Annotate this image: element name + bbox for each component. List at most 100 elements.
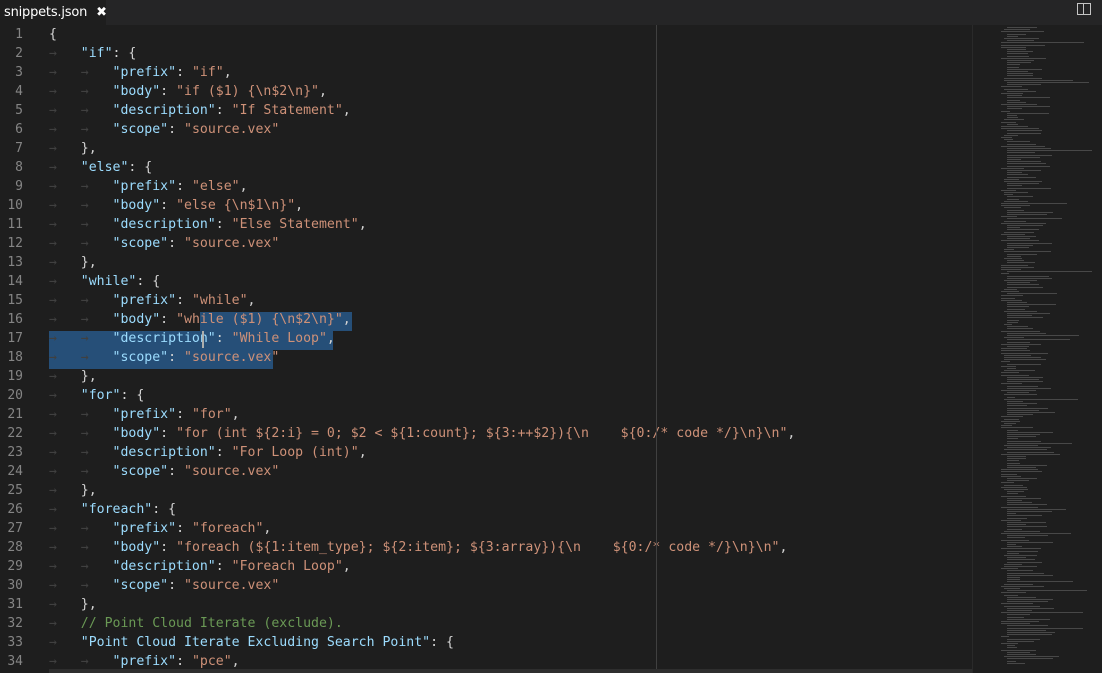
minimap-line [1007,40,1035,42]
code-token: "for (int ${2:i} = 0; $2 < ${1:count}; $… [176,426,788,441]
minimap-line [1001,372,1020,374]
code-line: → }, [49,595,795,614]
code-area[interactable]: {→ "if": {→ → "prefix": "if", → → "body":… [49,25,795,671]
line-number: 33 [7,635,23,650]
code-token: : [168,350,184,365]
minimap-line [1001,222,1046,224]
code-token: "description" [112,445,216,460]
minimap-line [1007,517,1027,519]
minimap-line [1007,550,1039,552]
minimap-line [1007,112,1049,114]
minimap-line [1007,480,1030,482]
code-token: "else" [191,179,240,194]
minimap-line [1007,403,1038,405]
minimap-line [1001,343,1041,345]
minimap-line [1001,266,1034,268]
code-line: → → "body": "for (int ${2:i} = 0; $2 < $… [49,424,795,443]
minimap-line [1007,229,1040,231]
minimap-line [1004,134,1019,136]
code-token: "prefix" [112,654,177,669]
minimap-line [1007,27,1038,28]
minimap-line [1004,249,1015,251]
minimap-line [1007,68,1043,70]
minimap-line [1001,93,1024,94]
split-editor-icon[interactable] [1077,3,1091,15]
minimap-line [1007,515,1043,517]
minimap-line [1001,128,1040,130]
line-number: 14 [7,274,23,289]
minimap-line [1007,574,1054,576]
minimap-line [1007,596,1036,598]
minimap-line [1004,77,1042,79]
minimap-line [1007,255,1022,257]
minimap-line [1007,293,1058,295]
minimap-line [1007,196,1034,198]
minimap-line [1007,491,1024,493]
indent-guide: → → [49,65,113,80]
indent-guide: → → [49,350,113,365]
code-editor[interactable]: 1 2 3 4 5 6 7 8 9 10 11 12 13 14 15 16 17 18 19 20 21 22 23 24 2… [0,25,1102,673]
minimap-line [1007,49,1027,50]
minimap-line [1001,374,1029,376]
minimap-line [1001,348,1027,350]
tab-snippets-json[interactable]: snippets.json ✖ [0,0,107,25]
code-token: , [318,84,327,99]
line-number: 20 [7,388,23,403]
code-token: : [168,464,184,479]
minimap-line [1007,405,1027,407]
code-line: → // Point Cloud Iterate (exclude). [49,614,795,633]
minimap-line [1004,398,1079,400]
code-token: , [263,521,272,536]
minimap-line [1007,599,1053,600]
minimap-line [1001,350,1030,352]
minimap-line [1007,306,1030,308]
minimap-line [1007,225,1044,226]
horizontal-scrollbar[interactable] [49,669,972,673]
minimap-line [1007,625,1048,627]
code-token: }, [80,141,97,156]
code-token: "prefix" [112,179,177,194]
line-number: 34 [7,654,23,669]
minimap-line [1007,513,1016,515]
minimap-line [1007,238,1031,240]
minimap-line [1001,291,1020,292]
code-token: "source.vex" [184,578,280,593]
minimap-line [1004,324,1012,325]
code-line: → → "description": "While Loop", [49,329,795,348]
minimap-line [1007,376,1044,378]
minimap-line [1001,297,1015,299]
minimap-line [1004,200,1028,202]
minimap-line [1007,381,1044,383]
minimap-line [1001,603,1034,605]
code-token: "prefix" [112,65,177,80]
minimap-line [1007,84,1041,86]
indent-guide: → [49,388,81,403]
minimap-line [1007,156,1041,158]
minimap-line [1004,280,1037,281]
code-token: , [787,426,796,441]
minimap-line [1007,610,1033,611]
minimap-line [1007,559,1035,561]
minimap-line [1007,640,1034,642]
minimap-line [1004,418,1019,420]
minimap-line [1007,658,1054,660]
indent-guide: → [49,274,81,289]
minimap-line [1007,242,1052,244]
code-token: "body" [112,198,161,213]
minimap-line [1007,493,1019,495]
minimap-line [1001,471,1042,473]
close-icon[interactable]: ✖ [96,5,107,20]
minimap[interactable] [972,25,1102,673]
minimap-line [1007,150,1093,152]
minimap-line [1007,629,1046,631]
minimap-line [1001,473,1018,475]
code-token: : [176,293,192,308]
minimap-line [1004,119,1024,121]
code-line: { [49,25,795,44]
minimap-line [1001,269,1022,270]
minimap-line [1007,209,1025,211]
code-token: "Else Statement" [231,217,359,232]
minimap-line [1007,508,1066,510]
code-token: "body" [112,84,161,99]
minimap-line [1001,145,1045,147]
